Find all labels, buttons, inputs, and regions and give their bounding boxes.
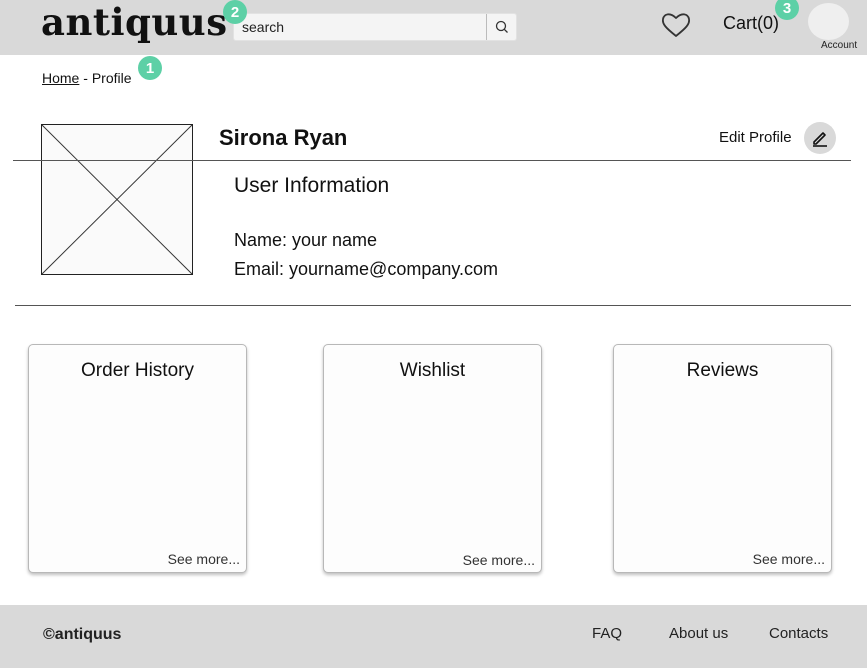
- section-divider: [15, 305, 851, 306]
- footer-link-about[interactable]: About us: [669, 625, 728, 642]
- footer-link-contacts[interactable]: Contacts: [769, 625, 828, 642]
- search-icon: [495, 20, 508, 33]
- card-title: Wishlist: [399, 360, 466, 381]
- user-information-heading: User Information: [234, 174, 390, 197]
- cart-link[interactable]: Cart(0): [723, 13, 779, 34]
- order-history-card[interactable]: Order History See more...: [28, 344, 247, 573]
- profile-name: Sirona Ryan: [219, 125, 348, 150]
- profile-image-placeholder: [41, 124, 193, 275]
- breadcrumb-separator: -: [79, 70, 92, 86]
- pencil-icon: [813, 132, 827, 147]
- profile-divider: [13, 160, 851, 161]
- site-footer: ©antiquus FAQ About us Contacts: [0, 605, 867, 668]
- see-more-link[interactable]: See more...: [463, 552, 535, 568]
- heart-icon[interactable]: [660, 10, 692, 40]
- breadcrumb-home-link[interactable]: Home: [42, 70, 79, 86]
- breadcrumb: Home - Profile: [42, 70, 132, 86]
- search-input[interactable]: [234, 14, 488, 40]
- image-placeholder-icon: [41, 124, 193, 275]
- see-more-link[interactable]: See more...: [753, 551, 825, 567]
- wishlist-card[interactable]: Wishlist See more...: [323, 344, 542, 573]
- see-more-link[interactable]: See more...: [168, 551, 240, 567]
- user-name-field: Name: your name: [234, 230, 378, 250]
- footer-link-faq[interactable]: FAQ: [592, 625, 622, 642]
- card-title: Order History: [81, 360, 194, 381]
- edit-profile-label[interactable]: Edit Profile: [719, 129, 792, 146]
- annotation-marker-2: 2: [223, 0, 247, 24]
- site-header: antiquus Cart(0) Account: [0, 0, 867, 55]
- edit-profile-button[interactable]: [804, 122, 836, 154]
- user-email-field: Email: yourname@company.com: [234, 259, 499, 279]
- annotation-marker-1: 1: [138, 56, 162, 80]
- breadcrumb-current: Profile: [91, 70, 132, 86]
- site-logo[interactable]: antiquus: [41, 0, 228, 44]
- search-button[interactable]: [486, 14, 516, 40]
- footer-copyright: ©antiquus: [43, 626, 122, 643]
- account-label[interactable]: Account: [821, 40, 857, 51]
- search-bar: [233, 13, 517, 41]
- user-avatar[interactable]: [808, 3, 849, 40]
- card-title: Reviews: [686, 360, 759, 381]
- reviews-card[interactable]: Reviews See more...: [613, 344, 832, 573]
